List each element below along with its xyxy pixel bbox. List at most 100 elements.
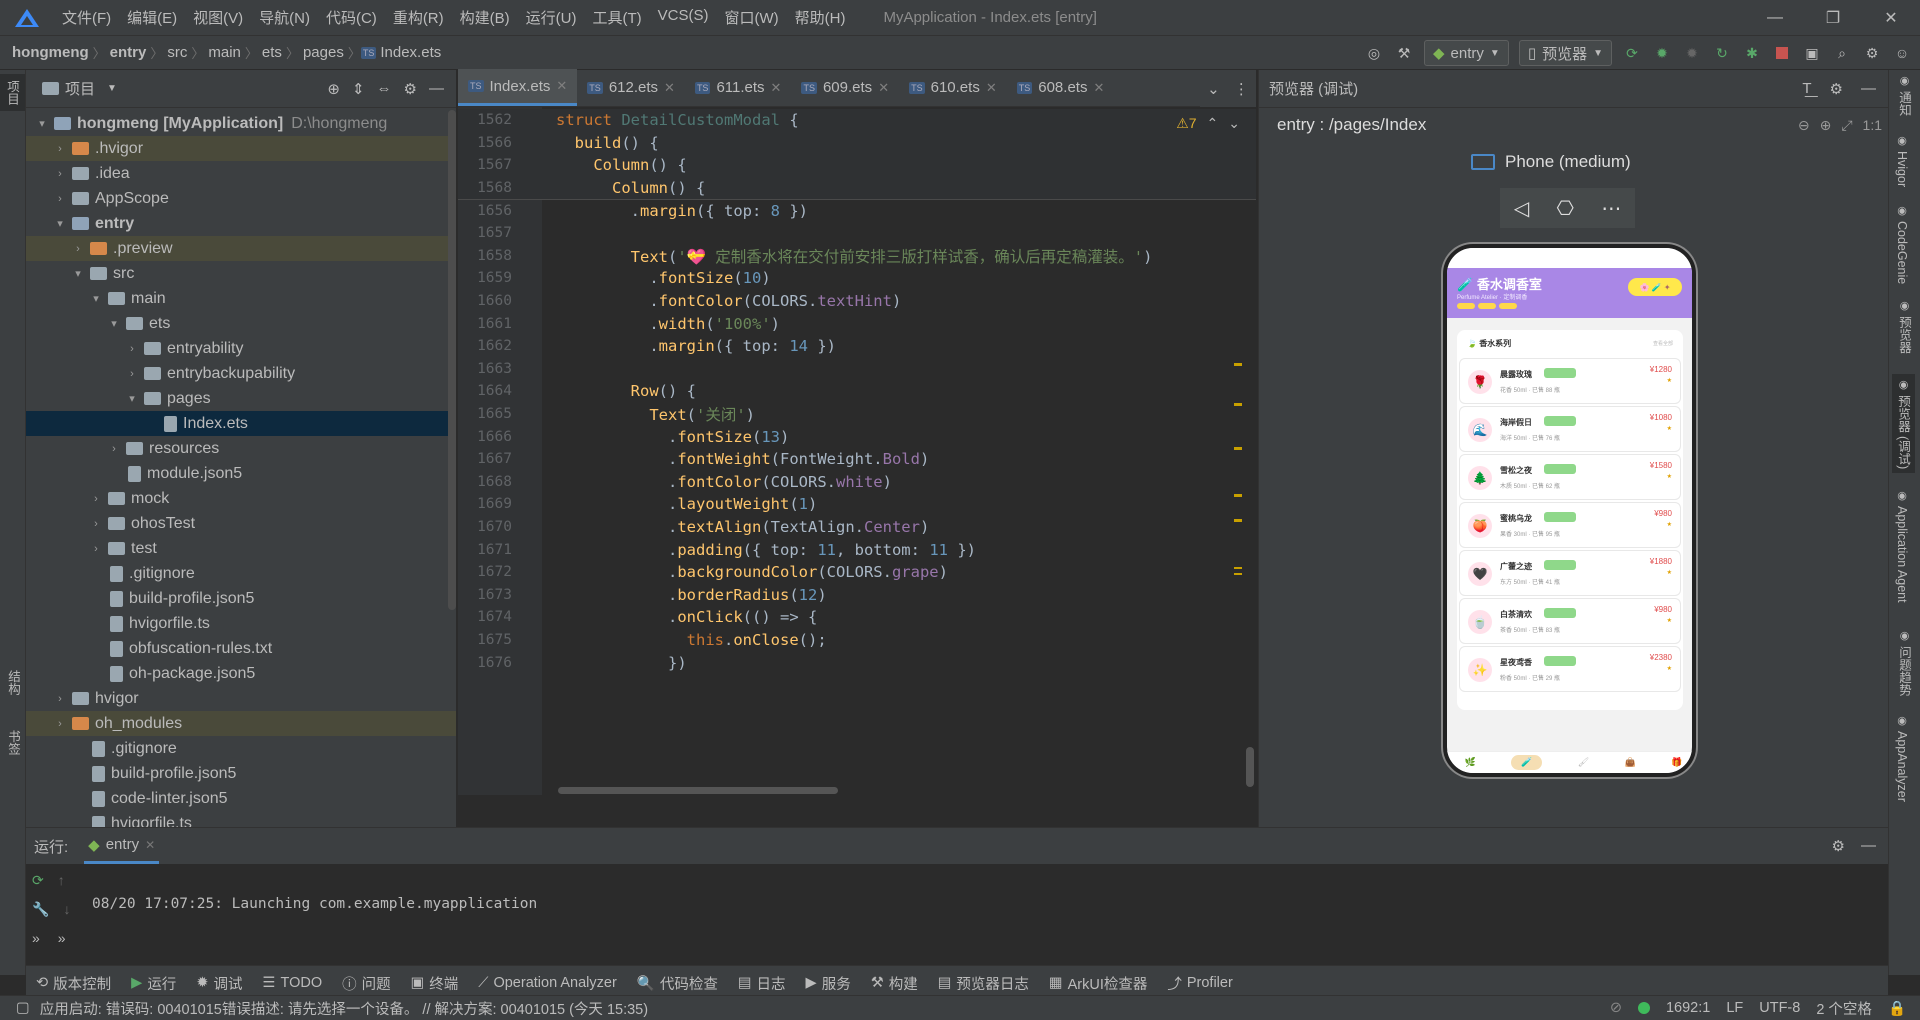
settings-icon[interactable]: ⚙ [1862, 43, 1882, 63]
line-separator[interactable]: LF [1726, 1000, 1743, 1016]
right-tool-button[interactable]: ◉ Application Agent [1895, 489, 1909, 603]
warning-marker[interactable] [1234, 567, 1242, 575]
expand-arrow-icon[interactable]: ▾ [124, 392, 140, 405]
code-text[interactable]: build() { [556, 134, 659, 152]
more-icon[interactable]: ⋮ [1234, 80, 1249, 98]
expand-arrow-icon[interactable]: › [88, 518, 104, 530]
chevron-down-icon[interactable]: ▼ [107, 83, 117, 94]
tool-window-button[interactable]: ⟋ Operation Analyzer [468, 975, 626, 991]
scroll-down-icon[interactable]: ↓ [63, 901, 70, 918]
menu-item[interactable]: 构建(B) [452, 7, 518, 28]
zoom-out-icon[interactable]: ⊖ [1798, 117, 1810, 134]
rotate-icon[interactable]: ⎔ [1556, 196, 1573, 221]
expand-arrow-icon[interactable]: › [52, 193, 68, 205]
tree-item[interactable]: hvigorfile.ts [26, 611, 456, 636]
expand-icon[interactable]: » [32, 930, 40, 946]
tool-window-button[interactable]: ☰ TODO [252, 975, 332, 991]
tool-window-button[interactable]: 🔍 代码检查 [627, 973, 728, 994]
code-text[interactable]: Column() { [556, 179, 705, 197]
code-text[interactable]: this.onClose(); [556, 631, 827, 649]
tree-item[interactable]: › mock [26, 486, 456, 511]
wrench-icon[interactable]: 🔧 [32, 901, 49, 918]
tree-scrollbar[interactable] [448, 110, 456, 610]
tool-window-button[interactable]: ⓘ 问题 [332, 973, 401, 994]
tree-item[interactable]: ▾ main [26, 286, 456, 311]
inspection-widget[interactable]: ⚠7 ⌃ ⌄ [1176, 115, 1240, 132]
rerun-icon[interactable]: ⟳ [1622, 43, 1642, 63]
tree-item[interactable]: › resources [26, 436, 456, 461]
expand-arrow-icon[interactable]: › [106, 443, 122, 455]
expand-arrow-icon[interactable]: › [70, 243, 86, 255]
bookmarks-tool-button[interactable]: 书签 [4, 730, 23, 755]
code-text[interactable]: struct DetailCustomModal { [556, 111, 799, 129]
tree-item[interactable]: Index.ets [26, 411, 456, 436]
editor-tab[interactable]: TS 609.ets ✕ [791, 69, 899, 106]
hide-icon[interactable]: — [1861, 80, 1876, 98]
gear-icon[interactable]: ⚙ [1832, 837, 1845, 855]
close-icon[interactable]: ✕ [1862, 0, 1920, 36]
menu-item[interactable]: 导航(N) [251, 7, 318, 28]
tree-item[interactable]: ▾ src [26, 261, 456, 286]
menu-item[interactable]: 重构(R) [385, 7, 452, 28]
tool-window-button[interactable]: ▤ 日志 [728, 973, 796, 994]
close-tab-icon[interactable]: ✕ [145, 838, 155, 852]
debug-icon[interactable]: ✹ [1652, 43, 1672, 63]
code-text[interactable]: .margin({ top: 14 }) [556, 337, 836, 355]
right-tool-button[interactable]: ◉ Hvigor [1895, 134, 1909, 187]
breadcrumb-item[interactable]: main [204, 44, 245, 61]
editor-tab[interactable]: TS 608.ets ✕ [1007, 69, 1115, 106]
fit-icon[interactable]: ⤢ [1841, 117, 1852, 134]
code-text[interactable]: .fontSize(13) [556, 428, 789, 446]
expand-arrow-icon[interactable]: › [52, 718, 68, 730]
perfume-card[interactable]: 🖤 广藿之迹 东方 50ml · 已售 41 瓶 ¥1880 ★ [1459, 550, 1681, 596]
breadcrumb-item[interactable]: src [163, 44, 191, 61]
code-text[interactable]: Row() { [556, 382, 696, 400]
tree-item[interactable]: › .hvigor [26, 136, 456, 161]
editor-tab[interactable]: TS 611.ets ✕ [685, 69, 792, 106]
tree-item[interactable]: › AppScope [26, 186, 456, 211]
expand-icon[interactable]: » [58, 930, 66, 946]
tree-item[interactable]: › entryability [26, 336, 456, 361]
expand-arrow-icon[interactable]: › [88, 543, 104, 555]
zoom-in-icon[interactable]: ⊕ [1820, 117, 1832, 134]
locate-icon[interactable]: ⊕ [327, 80, 340, 98]
run-tab-entry[interactable]: ◆ entry ✕ [84, 828, 160, 864]
code-text[interactable]: .backgroundColor(COLORS.grape) [556, 563, 948, 581]
actual-size-icon[interactable]: 1:1 [1863, 117, 1882, 134]
stop-icon[interactable] [1772, 43, 1792, 63]
reload-icon[interactable]: ↻ [1712, 43, 1732, 63]
no-sync-icon[interactable]: ⊘ [1610, 1000, 1622, 1016]
code-text[interactable]: .width('100%') [556, 315, 780, 333]
device-manager-icon[interactable]: ▣ [1802, 43, 1822, 63]
rerun-icon[interactable]: ⟳ [32, 872, 44, 889]
tool-window-button[interactable]: ⚒ 构建 [861, 973, 928, 994]
menu-item[interactable]: 编辑(E) [119, 7, 185, 28]
target-icon[interactable]: ◎ [1364, 43, 1384, 63]
code-text[interactable]: Text('关闭') [556, 403, 755, 425]
close-tab-icon[interactable]: ✕ [1093, 80, 1104, 96]
close-tab-icon[interactable]: ✕ [771, 80, 782, 96]
menu-item[interactable]: 文件(F) [54, 7, 119, 28]
section-more-link[interactable]: 查看全部 [1653, 340, 1673, 347]
tree-item[interactable]: oh-package.json5 [26, 661, 456, 686]
previous-highlight-icon[interactable]: ⌃ [1207, 115, 1219, 132]
breadcrumb-item[interactable]: hongmeng [8, 44, 93, 61]
expand-arrow-icon[interactable]: ▾ [34, 117, 50, 130]
right-tool-button[interactable]: ◉ CodeGenie [1895, 204, 1909, 284]
hide-icon[interactable]: — [1861, 837, 1876, 855]
structure-tool-button[interactable]: 结构 [4, 670, 23, 695]
breadcrumb-item[interactable]: pages [299, 44, 348, 61]
menu-item[interactable]: 代码(C) [318, 7, 385, 28]
expand-arrow-icon[interactable]: ▾ [106, 317, 122, 330]
phone-preview[interactable]: 🧪 香水调香室 Perfume Atelier · 定制调香 🌸 🧪 ✦ 🍃 香… [1443, 244, 1696, 777]
code-text[interactable]: Text('💝 定制香水将在交付前安排三版打样试香，确认后再定稿灌装。') [556, 245, 1153, 267]
right-tool-button[interactable]: ◉ AppAnalyzer [1895, 714, 1909, 802]
user-icon[interactable]: ☺ [1892, 43, 1912, 63]
code-text[interactable]: .padding({ top: 11, bottom: 11 }) [556, 541, 976, 559]
menu-item[interactable]: 帮助(H) [787, 7, 854, 28]
tab-perfume-icon[interactable]: 🧪 [1511, 755, 1543, 770]
tool-window-button[interactable]: ▤ 预览器日志 [928, 973, 1039, 994]
close-tab-icon[interactable]: ✕ [986, 80, 997, 96]
expand-arrow-icon[interactable]: › [52, 143, 68, 155]
code-text[interactable]: .textAlign(TextAlign.Center) [556, 518, 929, 536]
